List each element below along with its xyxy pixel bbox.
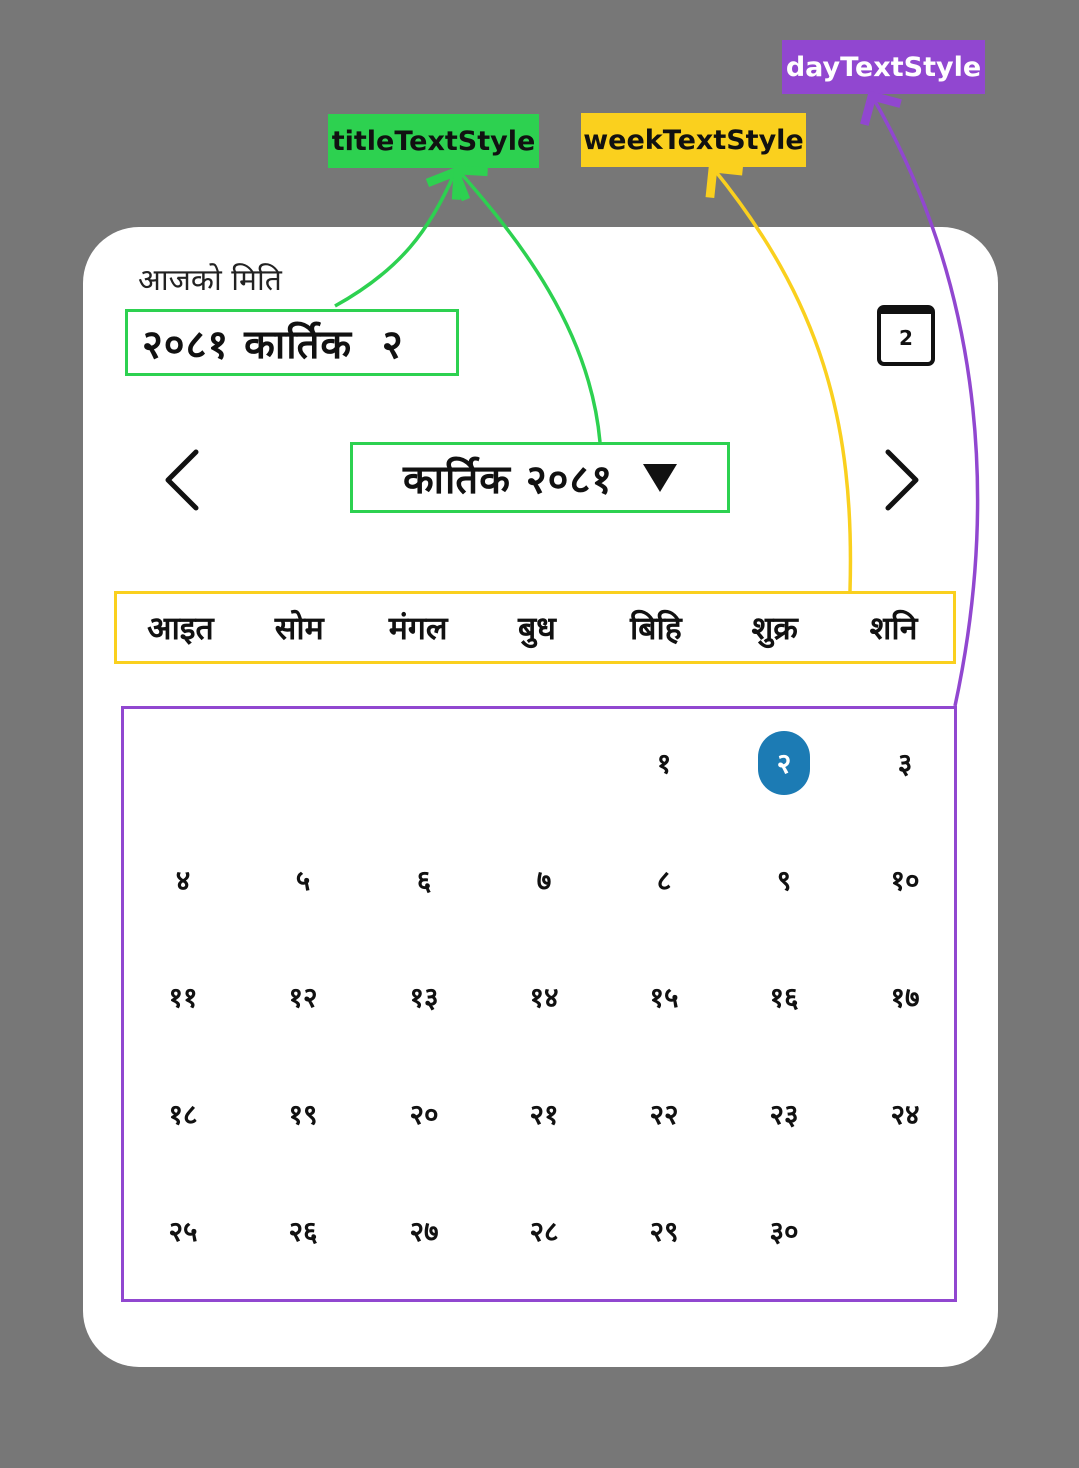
day-cell[interactable]: १९ [273, 1084, 333, 1144]
calendar-icon[interactable]: 2 [877, 305, 935, 366]
day-cell[interactable]: २४ [875, 1084, 935, 1144]
day-cell[interactable]: ११ [153, 967, 213, 1027]
weekday-wednesday: बुध [518, 609, 556, 647]
day-cell[interactable]: २६ [273, 1201, 333, 1261]
day-cell[interactable]: ९ [754, 850, 814, 910]
day-cell[interactable]: ३ [875, 733, 935, 793]
today-date-title: २०८१ कार्तिक २ [125, 309, 459, 376]
day-cell[interactable]: २५ [153, 1201, 213, 1261]
day-cell[interactable]: १४ [514, 967, 574, 1027]
day-cell[interactable]: २७ [394, 1201, 454, 1261]
weekday-sunday: आइत [147, 609, 214, 647]
weekday-tuesday: मंगल [388, 609, 448, 647]
day-cell[interactable]: १७ [875, 967, 935, 1027]
day-cell[interactable]: १५ [634, 967, 694, 1027]
day-cell[interactable]: ४ [153, 850, 213, 910]
day-cell[interactable]: १० [875, 850, 935, 910]
weekday-friday: शुक्र [751, 609, 798, 647]
day-cell[interactable]: १३ [394, 967, 454, 1027]
caret-down-icon [643, 463, 678, 492]
calendar-button-day: 2 [899, 326, 913, 350]
day-cell[interactable]: २२ [634, 1084, 694, 1144]
day-text-style-annotation: dayTextStyle [782, 40, 985, 94]
day-cell[interactable]: ७ [514, 850, 574, 910]
weekday-thursday: बिहि [629, 609, 682, 647]
selected-day[interactable]: २ [758, 731, 810, 795]
day-cell[interactable]: ३० [754, 1201, 814, 1261]
chevron-left-icon[interactable] [160, 448, 204, 512]
day-cell[interactable]: ८ [634, 850, 694, 910]
week-text-style-annotation: weekTextStyle [581, 113, 806, 167]
day-cell[interactable]: २९ [634, 1201, 694, 1261]
weekday-saturday: शनि [869, 609, 918, 647]
month-year-selector[interactable]: कार्तिक २०८१ [350, 442, 730, 513]
day-cell[interactable]: २३ [754, 1084, 814, 1144]
today-date-text: २०८१ कार्तिक २ [142, 322, 404, 368]
day-cell[interactable]: ६ [394, 850, 454, 910]
day-grid: १ २ ३ ४ ५ ६ ७ ८ ९ १० ११ १२ १३ १४ १५ १६ १७ १८ १९ २० २१ २२ २३ २४ २… [121, 706, 957, 1302]
weekday-header-row: आइत सोम मंगल बुध बिहि शुक्र शनि [114, 591, 956, 664]
day-cell[interactable]: १६ [754, 967, 814, 1027]
day-cell[interactable]: ५ [273, 850, 333, 910]
today-label: आजको मिति [138, 263, 282, 298]
day-cell[interactable]: २८ [514, 1201, 574, 1261]
day-cell[interactable]: १८ [153, 1084, 213, 1144]
title-text-style-annotation: titleTextStyle [328, 114, 539, 168]
month-year-text: कार्तिक २०८१ [402, 457, 614, 503]
day-cell[interactable]: १ [634, 733, 694, 793]
day-cell[interactable]: १२ [273, 967, 333, 1027]
weekday-monday: सोम [274, 609, 324, 647]
day-cell[interactable]: २१ [514, 1084, 574, 1144]
day-cell[interactable]: २० [394, 1084, 454, 1144]
chevron-right-icon[interactable] [880, 448, 924, 512]
